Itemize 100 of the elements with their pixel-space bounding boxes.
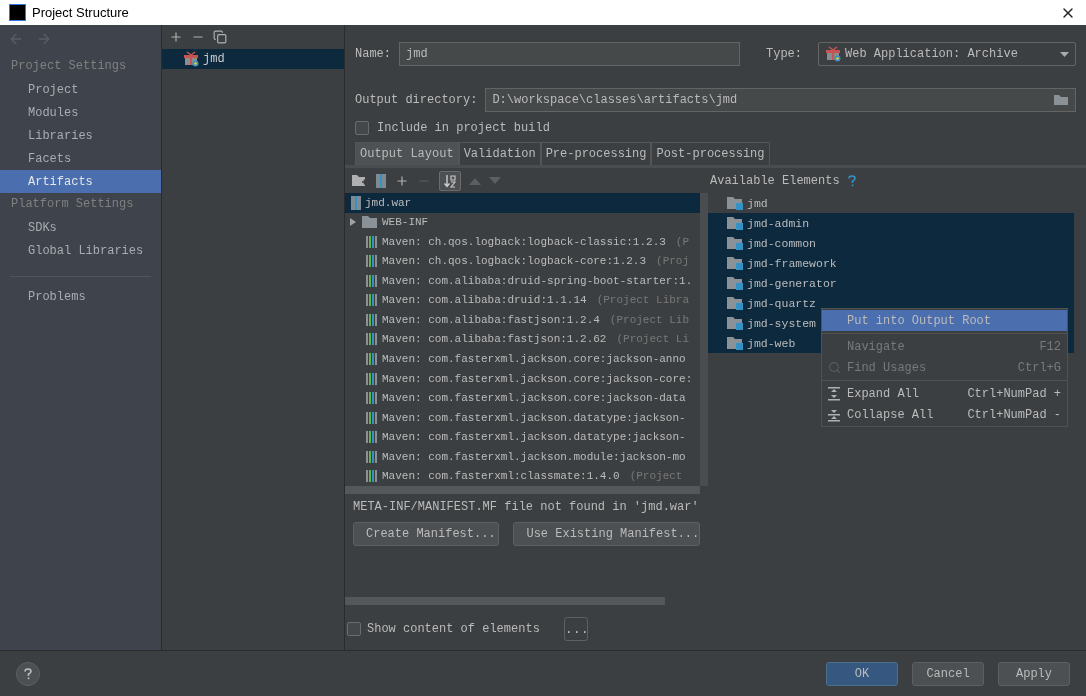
module-folder-icon xyxy=(726,276,744,290)
library-icon xyxy=(365,449,379,464)
sort-button[interactable] xyxy=(439,170,461,191)
menu-item[interactable]: Collapse All Ctrl+NumPad - xyxy=(822,404,1067,425)
app-logo-icon xyxy=(9,4,26,21)
module-item[interactable]: jmd-admin xyxy=(708,213,1074,233)
search-icon xyxy=(828,361,841,374)
tree-item[interactable]: Maven: com.alibaba:fastjson:1.2.62 (Project Li xyxy=(345,329,700,350)
library-suffix: (Project Libra xyxy=(596,294,690,307)
sidebar-item[interactable]: Problems xyxy=(0,285,161,308)
vertical-scrollbar[interactable] xyxy=(700,193,708,486)
sidebar-item[interactable]: Facets xyxy=(0,147,161,170)
library-icon xyxy=(365,273,379,288)
dialog-button[interactable]: Cancel xyxy=(912,661,984,686)
library-icon xyxy=(365,352,379,366)
tab[interactable]: Validation xyxy=(458,142,541,165)
include-build-checkbox[interactable] xyxy=(355,121,369,135)
tree-item[interactable]: Maven: com.fasterxml.jackson.datatype:jackson- xyxy=(345,407,700,428)
tree-item[interactable]: Maven: com.alibaba:fastjson:1.2.4 (Project Lib xyxy=(345,310,700,330)
artifact-item[interactable]: jmd xyxy=(162,49,344,69)
folder-icon[interactable] xyxy=(1053,94,1069,106)
move-up-icon[interactable] xyxy=(469,176,481,185)
archive-icon xyxy=(375,172,387,189)
module-name: jmd-admin xyxy=(747,216,810,230)
library-icon xyxy=(365,371,379,386)
sidebar-item[interactable]: Modules xyxy=(0,101,161,124)
tree-item[interactable]: Maven: ch.qos.logback:logback-classic:1.2.3 (P xyxy=(345,232,700,252)
module-item[interactable]: jmd-framework xyxy=(708,253,1074,273)
output-directory-field[interactable]: D:\workspace\classes\artifacts\jmd xyxy=(485,88,1076,112)
manifest-button[interactable]: Create Manifest... xyxy=(353,522,500,546)
tree-item[interactable]: Maven: com.fasterxml.jackson.core:jackson-core: xyxy=(345,368,700,389)
library-icon xyxy=(365,410,379,425)
collapse-icon xyxy=(828,407,840,422)
module-item[interactable]: jmd-common xyxy=(708,233,1074,253)
module-item[interactable]: jmd xyxy=(708,193,1074,213)
tree-item[interactable]: Maven: com.alibaba:druid-spring-boot-starter:1. xyxy=(345,271,700,291)
name-field[interactable]: jmd xyxy=(399,42,740,66)
more-button[interactable]: ... xyxy=(563,617,588,641)
module-folder-icon xyxy=(726,336,744,350)
horizontal-scrollbar[interactable] xyxy=(345,597,665,605)
gift-icon xyxy=(825,46,841,62)
forward-icon[interactable] xyxy=(36,31,52,47)
sidebar-section-header: Project Settings xyxy=(10,58,128,75)
module-folder-icon xyxy=(726,236,744,250)
dialog-button[interactable]: Apply xyxy=(998,661,1070,686)
tab[interactable]: Output Layout xyxy=(355,142,459,165)
library-icon xyxy=(365,234,379,249)
tree-item[interactable]: Maven: com.alibaba:druid:1.1.14 (Project Libra xyxy=(345,290,700,311)
sidebar-item[interactable]: SDKs xyxy=(0,216,161,239)
tree-item[interactable]: Maven: com.fasterxml:classmate:1.4.0 (Project xyxy=(345,466,700,486)
include-build-label: Include in project build xyxy=(377,121,550,135)
manifest-button[interactable]: Use Existing Manifest... xyxy=(513,522,700,546)
sidebar-item[interactable]: Project xyxy=(0,78,161,101)
menu-shortcut: Ctrl+NumPad - xyxy=(967,407,1061,422)
module-folder-icon xyxy=(726,296,744,310)
add-icon[interactable] xyxy=(395,173,409,188)
tree-item[interactable]: jmd.war xyxy=(345,193,700,213)
module-name: jmd xyxy=(747,196,768,210)
module-item[interactable]: jmd-generator xyxy=(708,273,1074,293)
collapsed-arrow-icon[interactable] xyxy=(348,217,358,228)
library-icon xyxy=(365,332,379,347)
sidebar-item[interactable]: Libraries xyxy=(0,124,161,147)
add-icon[interactable] xyxy=(169,30,183,44)
module-name: jmd-system xyxy=(747,316,816,330)
library-icon xyxy=(365,391,379,406)
tree-item[interactable]: Maven: com.fasterxml.jackson.core:jackson-data xyxy=(345,388,700,408)
library-icon xyxy=(365,312,379,327)
tree-item[interactable]: Maven: com.fasterxml.jackson.core:jackson-anno xyxy=(345,349,700,369)
sidebar-item[interactable]: Artifacts xyxy=(0,170,161,193)
manifest-message: META-INF/MANIFEST.MF file not found in 'jmd.war' xyxy=(353,500,700,514)
tab[interactable]: Post-processing xyxy=(651,142,770,165)
tree-item[interactable]: Maven: com.fasterxml.jackson.datatype:jackson- xyxy=(345,427,700,447)
expand-icon xyxy=(828,386,840,401)
sort-icon xyxy=(443,173,457,188)
tree-item[interactable]: WEB-INF xyxy=(345,212,700,233)
module-name: jmd-quartz xyxy=(747,296,816,310)
type-dropdown[interactable]: Web Application: Archive xyxy=(818,42,1076,66)
artifact-name: jmd xyxy=(203,52,225,66)
sidebar-section-header: Platform Settings xyxy=(10,196,135,213)
menu-item[interactable]: Expand All Ctrl+NumPad + xyxy=(822,383,1067,404)
help-icon[interactable] xyxy=(847,174,856,187)
menu-shortcut: Ctrl+NumPad + xyxy=(967,386,1061,401)
tree-item[interactable]: Maven: ch.qos.logback:logback-core:1.2.3 (Proj xyxy=(345,251,700,272)
show-content-label: Show content of elements xyxy=(367,622,540,636)
dialog-button[interactable]: OK xyxy=(826,661,898,686)
tree-item[interactable]: Maven: com.fasterxml.jackson.module:jackson-mo xyxy=(345,446,700,467)
show-content-checkbox[interactable] xyxy=(347,622,361,636)
sidebar-item[interactable]: Global Libraries xyxy=(0,239,161,262)
copy-icon[interactable] xyxy=(213,30,227,44)
available-elements-title: Available Elements xyxy=(710,173,840,188)
library-suffix: (P xyxy=(675,235,690,248)
help-button[interactable] xyxy=(16,661,40,686)
back-icon[interactable] xyxy=(8,31,24,47)
horizontal-scrollbar[interactable] xyxy=(345,486,700,494)
module-name: jmd-generator xyxy=(747,276,837,290)
folder-add-icon[interactable] xyxy=(351,173,367,188)
move-down-icon[interactable] xyxy=(489,176,501,185)
module-folder-icon xyxy=(726,196,744,210)
tab[interactable]: Pre-processing xyxy=(540,142,652,165)
library-suffix: (Proj xyxy=(656,255,690,268)
